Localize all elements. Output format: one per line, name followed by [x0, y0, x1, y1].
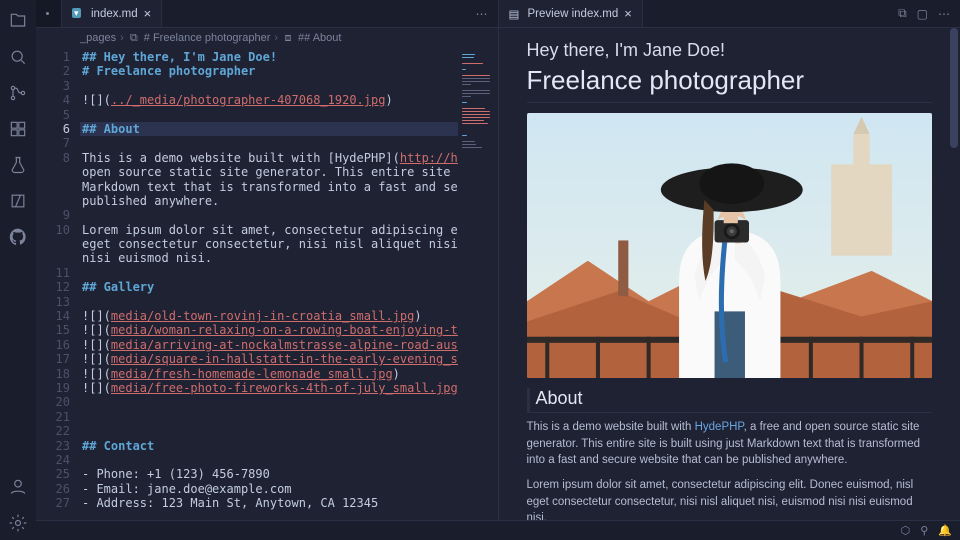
dot-icon	[46, 12, 49, 15]
code-line[interactable]: ![](media/arriving-at-nockalmstrasse-alp…	[80, 338, 498, 352]
code-line[interactable]	[80, 395, 498, 409]
tab-label: Preview index.md	[528, 8, 619, 20]
code-line[interactable]: ## Gallery	[80, 280, 498, 294]
code-line[interactable]: - Address: 123 Main St, Anytown, CA 1234…	[80, 496, 498, 510]
code-line[interactable]: ![](media/fresh-homemade-lemonade_small.…	[80, 367, 498, 381]
scrollbar-thumb[interactable]	[950, 28, 958, 148]
status-bar: ⬡ ⚲ 🔔	[36, 520, 960, 540]
code-line[interactable]: - Phone: +1 (123) 456-7890	[80, 467, 498, 481]
breadcrumb-segment[interactable]: ## About	[298, 32, 341, 44]
code-line[interactable]: ![](media/square-in-hallstatt-in-the-ear…	[80, 352, 498, 366]
split-icon[interactable]: ▢	[917, 7, 928, 21]
extensions-tab[interactable]	[0, 112, 36, 146]
hero-image	[527, 113, 933, 378]
preview-tab-bar: ▤ Preview index.md ⧉ ▢ ⋯	[499, 0, 960, 28]
hash-icon: ⧈	[282, 32, 294, 44]
close-icon[interactable]	[144, 7, 152, 21]
status-item[interactable]: ⚲	[920, 524, 928, 537]
code-line[interactable]	[80, 453, 498, 467]
preview-heading-job: Freelance photographer	[527, 65, 933, 103]
code-line[interactable]: open source static site generator. This …	[80, 165, 498, 179]
code-line[interactable]: eget consectetur consectetur, nisi nisl …	[80, 237, 498, 251]
code-line[interactable]	[80, 79, 498, 93]
pop-out-icon[interactable]: ⧉	[898, 6, 907, 21]
preview-section-about: About	[527, 388, 933, 413]
code-line[interactable]: This is a demo website built with [HydeP…	[80, 151, 498, 165]
code-line[interactable]	[80, 410, 498, 424]
code-line[interactable]: Lorem ipsum dolor sit amet, consectetur …	[80, 223, 498, 237]
code-line[interactable]	[80, 208, 498, 222]
code-line[interactable]	[80, 108, 498, 122]
markdown-icon	[72, 7, 85, 20]
code-line[interactable]	[80, 136, 498, 150]
preview-paragraph: This is a demo website built with HydePH…	[527, 419, 933, 469]
code-line[interactable]: ![](media/woman-relaxing-on-a-rowing-boa…	[80, 323, 498, 337]
breadcrumb[interactable]: _pages › ⧉ # Freelance photographer › ⧈ …	[36, 28, 498, 48]
editor-pane: index.md ⋯ _pages › ⧉ # Freelance photog…	[36, 0, 499, 520]
account-icon[interactable]	[0, 470, 36, 504]
code-line[interactable]: ## About	[80, 122, 498, 136]
hash-icon: ⧉	[128, 32, 140, 44]
line-gutter: 1234567891011121314151617181920212223242…	[36, 48, 80, 520]
code-area[interactable]: ## Hey there, I'm Jane Doe!# Freelance p…	[80, 48, 498, 520]
pinned-tab[interactable]	[36, 0, 62, 27]
code-line[interactable]: ## Contact	[80, 439, 498, 453]
markdown-preview[interactable]: Hey there, I'm Jane Doe! Freelance photo…	[499, 28, 960, 520]
more-icon[interactable]: ⋯	[476, 7, 488, 21]
editor-actions: ⋯	[466, 0, 498, 27]
file-tab-index[interactable]: index.md	[62, 0, 162, 27]
preview-tab[interactable]: ▤ Preview index.md	[499, 0, 643, 27]
notifications-icon[interactable]: 🔔	[938, 524, 952, 537]
preview-paragraph: Lorem ipsum dolor sit amet, consectetur …	[527, 477, 933, 520]
code-line[interactable]	[80, 266, 498, 280]
tab-label: index.md	[91, 8, 138, 20]
preview-icon: ▤	[509, 7, 522, 20]
explorer-tab[interactable]	[0, 4, 36, 38]
debug-icon[interactable]	[0, 184, 36, 218]
editor-tab-bar: index.md ⋯	[36, 0, 498, 28]
hydephp-link[interactable]: HydePHP	[695, 421, 744, 433]
code-line[interactable]: ## Hey there, I'm Jane Doe!	[80, 50, 498, 64]
code-line[interactable]	[80, 295, 498, 309]
activity-bar	[0, 0, 36, 540]
text-editor[interactable]: 1234567891011121314151617181920212223242…	[36, 48, 498, 520]
code-line[interactable]: - Email: jane.doe@example.com	[80, 482, 498, 496]
code-line[interactable]: ![](../_media/photographer-407068_1920.j…	[80, 93, 498, 107]
code-line[interactable]: nisi euismod nisi.	[80, 251, 498, 265]
testing-tab[interactable]	[0, 148, 36, 182]
preview-pane: ▤ Preview index.md ⧉ ▢ ⋯ Hey there, I'm …	[499, 0, 960, 520]
code-line[interactable]: ![](media/old-town-rovinj-in-croatia_sma…	[80, 309, 498, 323]
source-control-tab[interactable]	[0, 76, 36, 110]
code-line[interactable]: published anywhere.	[80, 194, 498, 208]
breadcrumb-segment[interactable]: _pages	[80, 32, 116, 44]
search-tab[interactable]	[0, 40, 36, 74]
close-icon[interactable]	[624, 7, 632, 21]
chevron-right-icon: ›	[120, 32, 124, 44]
code-line[interactable]: Markdown text that is transformed into a…	[80, 180, 498, 194]
code-line[interactable]	[80, 424, 498, 438]
code-line[interactable]: # Freelance photographer	[80, 64, 498, 78]
chevron-right-icon: ›	[274, 32, 278, 44]
settings-icon[interactable]	[0, 506, 36, 540]
status-item[interactable]: ⬡	[901, 524, 911, 537]
code-line[interactable]: ![](media/free-photo-fireworks-4th-of-ju…	[80, 381, 498, 395]
preview-heading-hey: Hey there, I'm Jane Doe!	[527, 40, 933, 61]
breadcrumb-segment[interactable]: # Freelance photographer	[144, 32, 271, 44]
github-tab[interactable]	[0, 220, 36, 254]
preview-scrollbar[interactable]	[948, 0, 960, 520]
